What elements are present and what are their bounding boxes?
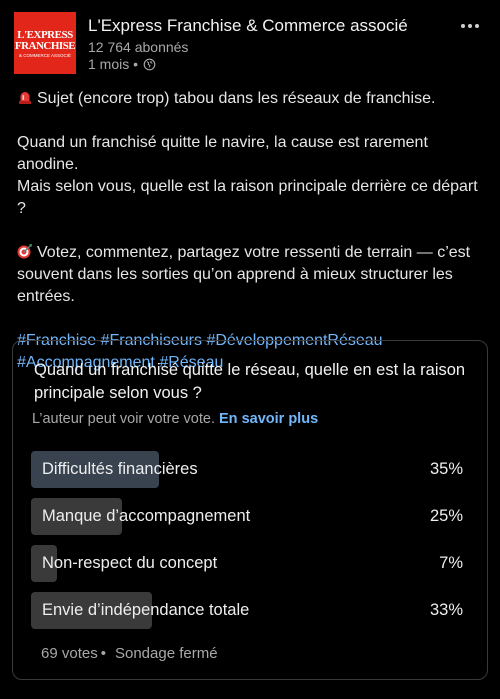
learn-more-link[interactable]: En savoir plus [219, 411, 318, 427]
author-name[interactable]: L'Express Franchise & Commerce associé [88, 16, 408, 36]
poll-footer: 69 votes • Sondage fermé [41, 645, 218, 662]
post-line-1: Sujet (encore trop) tabou dans les résea… [17, 88, 487, 110]
poll-note-text: L’auteur peut voir votre vote. [32, 411, 215, 427]
post-paragraph-2b: Mais selon vous, quelle est la raison pr… [17, 178, 478, 217]
siren-emoji [19, 92, 31, 104]
poll-option-label: Envie d’indépendance totale [42, 601, 250, 619]
poll-option-label: Non-respect du concept [42, 554, 218, 572]
poll-option-percent: 35% [429, 460, 463, 478]
more-icon-dot [475, 24, 479, 28]
poll-option-percent: 33% [429, 601, 463, 619]
poll-card: Quand un franchisé quitte le réseau, que… [12, 340, 488, 680]
post-body: Sujet (encore trop) tabou dans les résea… [17, 88, 487, 374]
target-emoji [17, 244, 32, 259]
post-line-3: Votez, commentez, partagez votre ressent… [17, 242, 487, 308]
poll-status: Sondage fermé [114, 645, 218, 662]
more-options-button[interactable] [456, 16, 484, 36]
more-icon [461, 24, 465, 28]
poll-option[interactable]: Manque d’accompagnement 25% [31, 498, 463, 535]
footer-separator: • [100, 645, 106, 662]
poll-option-percent: 25% [429, 507, 463, 525]
company-logo[interactable]: L'EXPRESS FRANCHISE & COMMERCE ASSOCIÉ [14, 12, 76, 74]
poll-option[interactable]: Difficultés financières 35% [31, 451, 463, 488]
post-intro: Sujet (encore trop) tabou dans les résea… [37, 90, 436, 107]
post-time: 1 mois • [88, 56, 139, 72]
logo-line-3: & COMMERCE ASSOCIÉ [18, 52, 71, 58]
poll-option-label: Difficultés financières [42, 460, 198, 478]
more-icon-dot [468, 24, 472, 28]
globe-icon [143, 58, 156, 70]
logo-line-2: FRANCHISE [14, 39, 76, 52]
poll-option-label: Manque d’accompagnement [42, 507, 251, 525]
poll-option[interactable]: Non-respect du concept 7% [31, 545, 463, 582]
post-paragraph-2a: Quand un franchisé quitte le navire, la … [17, 134, 428, 173]
poll-option[interactable]: Envie d’indépendance totale 33% [31, 592, 463, 629]
post-call-to-action: Votez, commentez, partagez votre ressent… [17, 244, 471, 305]
logo-line-1: L'EXPRESS [17, 28, 73, 41]
follower-count: 12 764 abonnés [88, 39, 189, 55]
poll-visibility-note: L’auteur peut voir votre vote. En savoir… [32, 411, 318, 427]
post-header: L'EXPRESS FRANCHISE & COMMERCE ASSOCIÉ L… [14, 12, 486, 74]
post-meta: 1 mois • [88, 56, 156, 72]
poll-question: Quand un franchisé quitte le réseau, que… [34, 361, 466, 402]
vote-count: 69 votes [41, 645, 98, 662]
poll-option-percent: 7% [439, 554, 463, 572]
